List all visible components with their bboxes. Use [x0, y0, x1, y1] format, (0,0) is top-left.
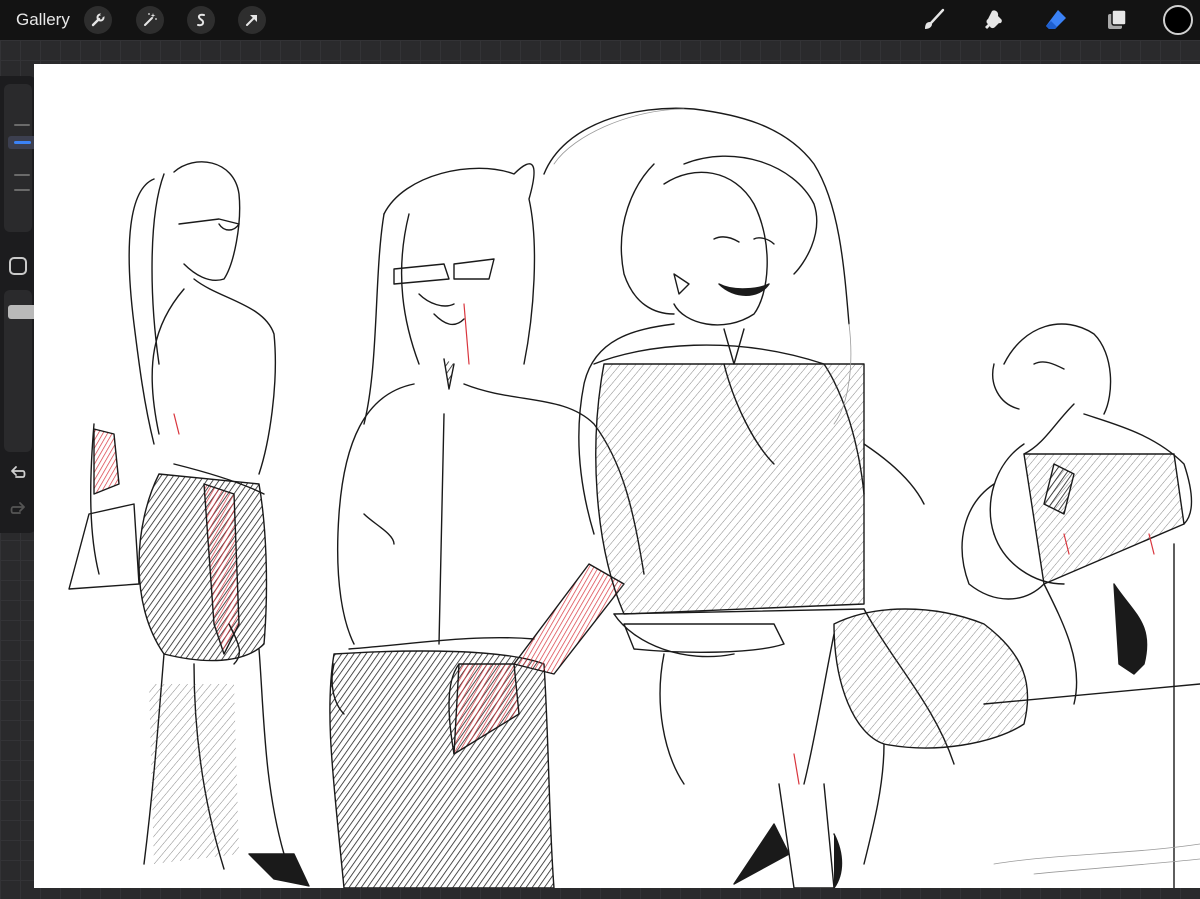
brush-size-thumb[interactable]: [8, 135, 37, 149]
eraser-icon: [1046, 10, 1066, 29]
layers-button[interactable]: [1102, 5, 1132, 35]
redo-icon: [10, 502, 25, 514]
brush-icon: [925, 8, 945, 29]
layers-icon: [1108, 9, 1127, 29]
opacity-slider[interactable]: [4, 290, 37, 452]
brush-tool-button[interactable]: [919, 5, 949, 35]
selection-button[interactable]: [187, 6, 215, 34]
wrench-icon: [91, 12, 105, 27]
selection-icon: [197, 13, 205, 27]
figure-lounging: [961, 323, 1200, 888]
smudge-icon: [985, 10, 1002, 30]
smudge-tool-button[interactable]: [979, 5, 1009, 35]
transform-button[interactable]: [238, 6, 266, 34]
drawing-canvas[interactable]: [34, 64, 1200, 888]
magic-wand-icon: [144, 13, 157, 26]
color-picker-button[interactable]: [1163, 5, 1193, 35]
sidebar: [0, 76, 37, 533]
opacity-thumb[interactable]: [8, 304, 37, 319]
slider-tick: [14, 174, 30, 176]
redo-button[interactable]: [8, 499, 28, 519]
figure-standing: [329, 163, 645, 888]
undo-button[interactable]: [8, 463, 28, 483]
figure-seated-grinning: [543, 107, 1029, 888]
actions-button[interactable]: [84, 6, 112, 34]
figure-walking: [68, 161, 310, 887]
eraser-tool-button[interactable]: [1041, 5, 1071, 35]
adjustments-button[interactable]: [136, 6, 164, 34]
modify-button[interactable]: [9, 257, 27, 275]
slider-tick: [14, 189, 30, 191]
transform-arrow-icon: [246, 15, 257, 26]
sketch-artwork: [68, 107, 1200, 888]
gallery-button[interactable]: Gallery: [16, 9, 70, 31]
undo-icon: [11, 466, 26, 478]
slider-tick: [14, 124, 30, 126]
brush-size-slider[interactable]: [4, 84, 37, 232]
top-toolbar: Gallery: [0, 0, 1200, 40]
